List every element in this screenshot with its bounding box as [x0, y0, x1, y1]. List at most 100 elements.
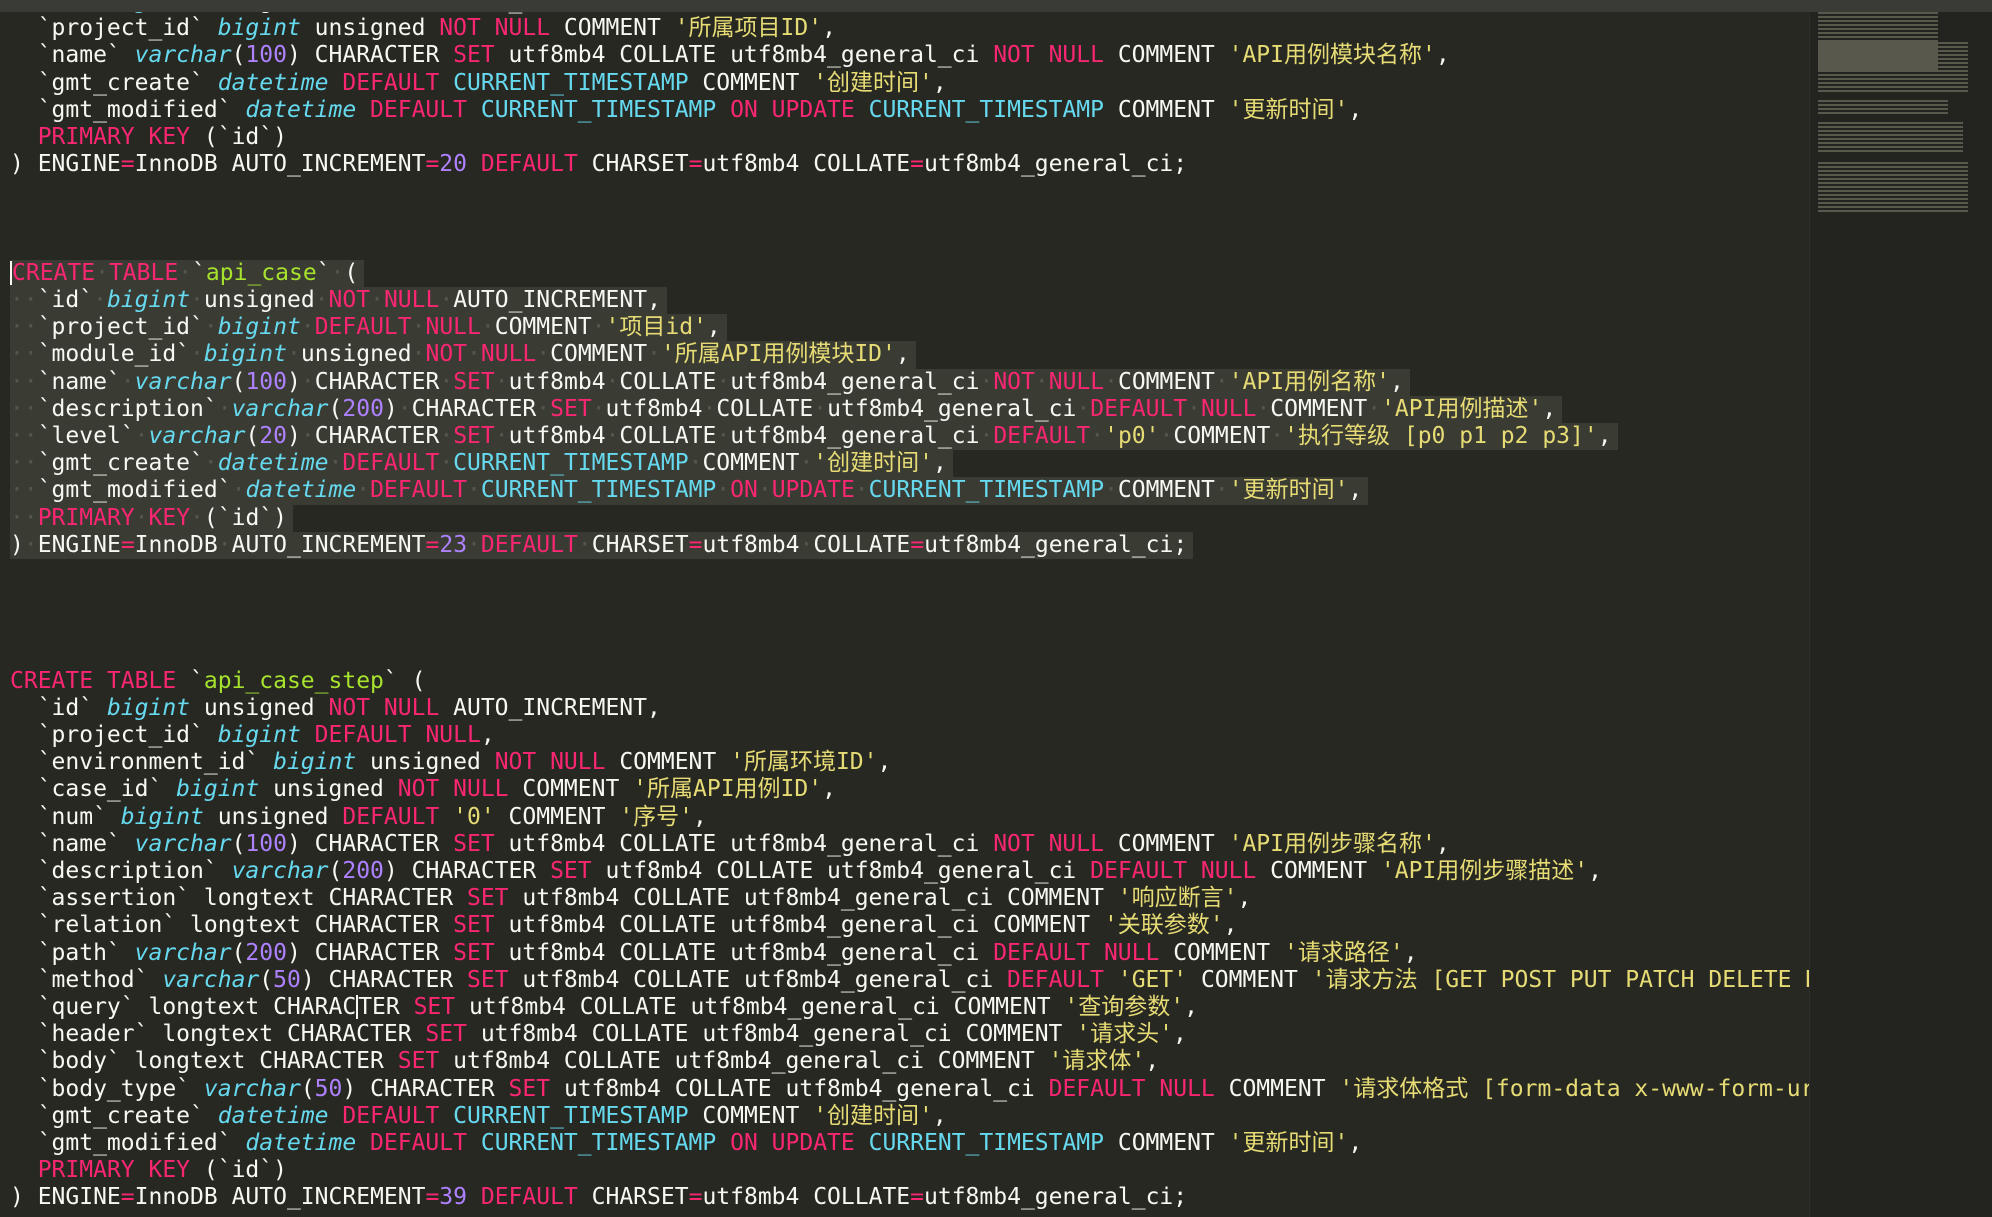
code-line[interactable]: ··`gmt_modified`·datetime·DEFAULT·CURREN…: [10, 477, 1810, 505]
code-line[interactable]: `project_id` bigint unsigned NOT NULL CO…: [10, 15, 1810, 42]
code-line[interactable]: ··`gmt_create`·datetime·DEFAULT·CURRENT_…: [10, 450, 1810, 478]
code-line[interactable]: `body_type` varchar(50) CHARACTER SET ut…: [10, 1076, 1810, 1103]
code-token: ·: [536, 395, 551, 422]
code-token: (: [328, 395, 343, 422]
code-token: =: [910, 151, 925, 178]
code-line-content: `environment_id` bigint unsigned NOT NUL…: [10, 749, 892, 776]
code-line[interactable]: PRIMARY KEY (`id`): [10, 1157, 1810, 1184]
code-line[interactable]: `name` varchar(100) CHARACTER SET utf8mb…: [10, 831, 1810, 858]
code-token: CHARACTER: [314, 368, 440, 395]
code-token: utf8mb4 COLLATE utf8mb4_general_ci: [494, 42, 994, 69]
code-token: DEFAULT: [480, 151, 578, 178]
code-line[interactable]: ) ENGINE=InnoDB AUTO_INCREMENT=20 DEFAUL…: [10, 151, 1810, 178]
code-line[interactable]: `gmt_create` datetime DEFAULT CURRENT_TI…: [10, 1103, 1810, 1130]
code-token: '创建时间': [813, 1102, 933, 1129]
code-token: utf8mb4 COLLATE: [702, 1184, 911, 1211]
code-line[interactable]: `gmt_create` datetime DEFAULT CURRENT_TI…: [10, 70, 1810, 97]
code-token: ··: [10, 341, 38, 368]
code-token: ·: [702, 395, 717, 422]
code-line[interactable]: `num` bigint unsigned DEFAULT '0' COMMEN…: [10, 804, 1810, 831]
code-line[interactable]: ) ENGINE=InnoDB AUTO_INCREMENT=39 DEFAUL…: [10, 1184, 1810, 1211]
code-token: 23: [439, 531, 468, 558]
selected-code-line-content: ··`id`·bigint·unsigned·NOT·NULL·AUTO_INC…: [10, 287, 667, 315]
code-line[interactable]: ··`module_id`·bigint·unsigned·NOT·NULL·C…: [10, 341, 1810, 369]
code-token: varchar: [231, 858, 329, 884]
code-token: CURRENT_TIMESTAMP: [480, 96, 717, 123]
code-line[interactable]: )·ENGINE=InnoDB·AUTO_INCREMENT=23·DEFAUL…: [10, 531, 1810, 559]
code-token: ·: [330, 259, 345, 286]
code-token: COLLATE: [716, 395, 814, 422]
code-line[interactable]: `case_id` bigint unsigned NOT NULL COMME…: [10, 776, 1810, 803]
code-line[interactable]: `gmt_modified` datetime DEFAULT CURRENT_…: [10, 97, 1810, 124]
code-token: '请求体': [1048, 1048, 1146, 1075]
code-token: ,: [1172, 1021, 1187, 1048]
code-line[interactable]: `path` varchar(200) CHARACTER SET utf8mb…: [10, 940, 1810, 967]
code-line[interactable]: CREATE TABLE `api_case_step` (: [10, 668, 1810, 695]
code-line[interactable]: `query` longtext CHARACTER SET utf8mb4 C…: [10, 994, 1810, 1021]
code-line[interactable]: CREATE·TABLE·`api_case`·(: [10, 259, 1810, 288]
minimap-block: [1818, 42, 1968, 92]
code-token: (`id`): [203, 504, 287, 531]
code-token: ··: [10, 477, 38, 504]
code-line[interactable]: `relation` longtext CHARACTER SET utf8mb…: [10, 912, 1810, 939]
code-line[interactable]: ​: [10, 641, 1810, 668]
code-token: ·: [605, 423, 620, 449]
code-area[interactable]: `id` bigint unsigned NOT NULL AUTO_INCRE…: [10, 0, 1810, 1211]
code-token: bigint: [120, 803, 204, 830]
minimap-block: [1818, 162, 1968, 212]
code-line[interactable]: ​: [10, 206, 1810, 233]
code-token: (: [231, 939, 246, 966]
code-line[interactable]: `project_id` bigint DEFAULT NULL,: [10, 722, 1810, 749]
code-line[interactable]: ··PRIMARY·KEY·(`id`): [10, 504, 1810, 532]
code-line[interactable]: ​: [10, 178, 1810, 205]
code-line[interactable]: ··`level`·varchar(20)·CHARACTER·SET·utf8…: [10, 423, 1810, 451]
code-token: ·: [1076, 395, 1091, 422]
code-line[interactable]: `body` longtext CHARACTER SET utf8mb4 CO…: [10, 1048, 1810, 1075]
code-token: `: [316, 259, 331, 286]
code-token: InnoDB AUTO_INCREMENT: [134, 1184, 426, 1211]
code-line[interactable]: ​: [10, 559, 1810, 586]
code-token: DEFAULT: [370, 477, 468, 504]
code-line[interactable]: ​: [10, 613, 1810, 640]
code-token: ): [383, 395, 398, 422]
code-token: api_case: [205, 259, 317, 286]
code-line[interactable]: `description` varchar(200) CHARACTER SET…: [10, 858, 1810, 885]
code-line[interactable]: ··`id`·bigint·unsigned·NOT·NULL·AUTO_INC…: [10, 287, 1810, 315]
code-token: COLLATE: [619, 423, 717, 449]
code-token: '响应断言': [1117, 885, 1238, 912]
code-token: '项目id': [605, 314, 707, 341]
code-editor[interactable]: `id` bigint unsigned NOT NULL AUTO_INCRE…: [0, 0, 1810, 1217]
code-line-content: `gmt_modified` datetime DEFAULT CURRENT_…: [10, 1130, 1363, 1156]
code-token: ·: [591, 395, 606, 422]
code-line[interactable]: PRIMARY KEY (`id`): [10, 124, 1810, 151]
code-line[interactable]: `name` varchar(100) CHARACTER SET utf8mb…: [10, 42, 1810, 69]
code-line[interactable]: ··`description`·varchar(200)·CHARACTER·S…: [10, 395, 1810, 423]
code-line[interactable]: ··`project_id`·bigint·DEFAULT·NULL·COMME…: [10, 314, 1810, 342]
code-line[interactable]: `gmt_modified` datetime DEFAULT CURRENT_…: [10, 1130, 1810, 1157]
code-token: '创建时间': [813, 450, 933, 477]
code-line[interactable]: `assertion` longtext CHARACTER SET utf8m…: [10, 885, 1810, 912]
code-line[interactable]: `environment_id` bigint unsigned NOT NUL…: [10, 749, 1810, 776]
code-token: bigint: [273, 749, 357, 776]
code-line[interactable]: ··`name`·varchar(100)·CHARACTER·SET·utf8…: [10, 368, 1810, 396]
code-line[interactable]: `method` varchar(50) CHARACTER SET utf8m…: [10, 967, 1810, 994]
code-line[interactable]: `header` longtext CHARACTER SET utf8mb4 …: [10, 1021, 1810, 1048]
code-line[interactable]: ​: [10, 586, 1810, 613]
code-token: utf8mb4_general_ci;: [924, 531, 1188, 558]
code-token: ·: [217, 531, 232, 558]
minimap[interactable]: [1809, 12, 1992, 1217]
code-token: COMMENT: [550, 341, 648, 368]
code-token: ·: [439, 368, 454, 395]
code-line[interactable]: `id` bigint unsigned NOT NULL AUTO_INCRE…: [10, 695, 1810, 722]
code-token: ·: [1367, 395, 1382, 422]
code-token: CURRENT_TIMESTAMP: [453, 69, 689, 96]
code-token: SET: [466, 885, 509, 912]
code-token: COMMENT: [508, 776, 634, 803]
code-token: COMMENT: [1159, 939, 1284, 966]
code-line[interactable]: ​: [10, 233, 1810, 260]
code-token: varchar: [148, 423, 246, 449]
code-token: =: [425, 531, 440, 558]
